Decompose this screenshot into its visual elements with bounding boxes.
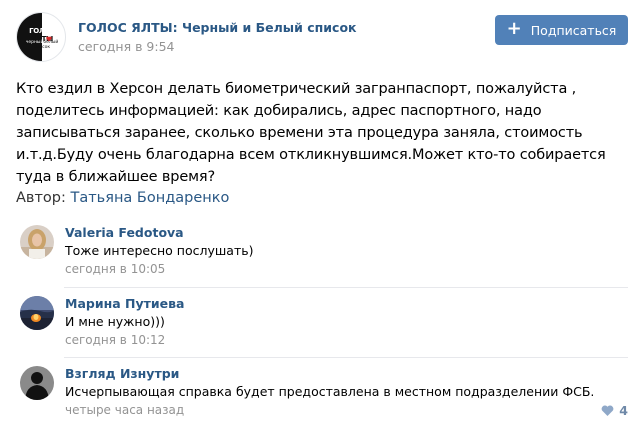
- commenter-name[interactable]: Марина Путиева: [65, 296, 184, 311]
- group-avatar[interactable]: ГОЛОС ЯЛТЫ черныйбелый список: [16, 12, 66, 62]
- commenter-avatar[interactable]: [20, 366, 54, 400]
- post-author: Автор: Татьяна Бондаренко: [16, 190, 229, 206]
- author-name-link[interactable]: Татьяна Бондаренко: [70, 190, 229, 206]
- heart-icon: [601, 405, 614, 416]
- plus-icon: +: [506, 18, 522, 39]
- comment-item: Valeria Fedotova Тоже интересно послушат…: [20, 225, 628, 276]
- comment-text: Тоже интересно послушать): [65, 243, 254, 258]
- commenter-name[interactable]: Valeria Fedotova: [65, 225, 184, 240]
- avatar-photo-silhouette: [20, 366, 54, 400]
- comment-text: И мне нужно))): [65, 314, 165, 329]
- avatar-logo-subtitle: черныйбелый список: [25, 40, 59, 50]
- like-count: 4: [619, 403, 628, 418]
- comment-divider: [64, 287, 628, 288]
- comment-divider: [64, 357, 628, 358]
- comment-like-button[interactable]: 4: [601, 403, 628, 418]
- subscribe-label: Подписаться: [530, 22, 617, 38]
- post-text: Кто ездил в Херсон делать биометрический…: [16, 81, 606, 185]
- subscribe-button[interactable]: + Подписаться: [495, 15, 628, 45]
- author-label: Автор:: [16, 190, 66, 206]
- comment-time[interactable]: сегодня в 10:12: [65, 333, 165, 347]
- commenter-avatar[interactable]: [20, 296, 54, 330]
- comment-time[interactable]: сегодня в 10:05: [65, 262, 165, 276]
- avatar-photo-woman: [20, 225, 54, 259]
- comment-text: Исчерпывающая справка будет предоставлен…: [65, 384, 595, 399]
- comment-item: Марина Путиева И мне нужно))) сегодня в …: [20, 296, 628, 347]
- group-name[interactable]: ГОЛОС ЯЛТЫ: Черный и Белый список: [78, 20, 357, 35]
- post-header: ГОЛОС ЯЛТЫ черныйбелый список ГОЛОС ЯЛТЫ…: [16, 12, 628, 62]
- avatar-photo-campfire: [20, 296, 54, 330]
- comment-item: Взгляд Изнутри Исчерпывающая справка буд…: [20, 366, 628, 417]
- commenter-avatar[interactable]: [20, 225, 54, 259]
- commenter-name[interactable]: Взгляд Изнутри: [65, 366, 179, 381]
- post-time[interactable]: сегодня в 9:54: [78, 39, 175, 54]
- comment-time[interactable]: четыре часа назад: [65, 403, 184, 417]
- heart-icon: [46, 36, 52, 42]
